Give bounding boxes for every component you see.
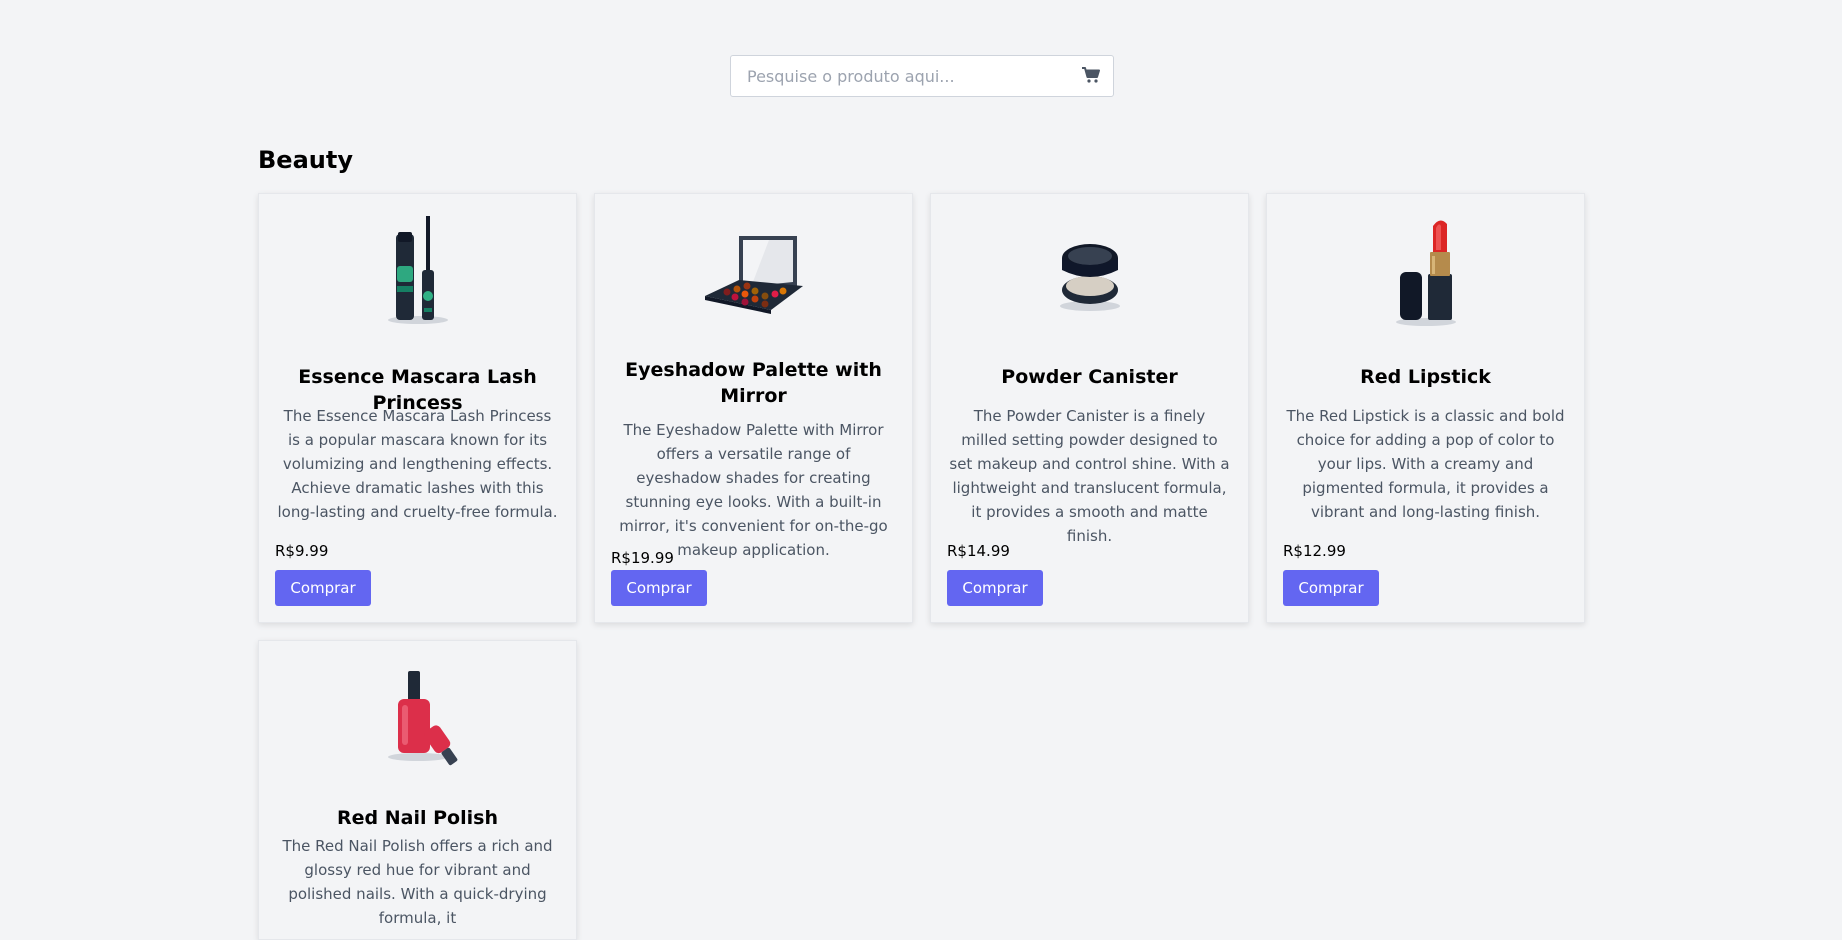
product-card: Essence Mascara Lash Princess The Essenc… [258, 193, 577, 623]
product-description: The Red Lipstick is a classic and bold c… [1286, 407, 1565, 521]
category-title: Beauty [258, 146, 353, 174]
buy-button[interactable]: Comprar [611, 570, 707, 606]
product-description: The Red Nail Polish offers a rich and gl… [282, 837, 553, 927]
product-title: Red Nail Polish [337, 807, 498, 829]
product-card: Powder Canister The Powder Canister is a… [930, 193, 1249, 623]
search-bar [730, 55, 1114, 97]
mascara-image [259, 214, 576, 326]
product-card: Red Lipstick The Red Lipstick is a class… [1266, 193, 1585, 623]
product-description: The Eyeshadow Palette with Mirror offers… [619, 421, 888, 559]
product-price: R$19.99 [611, 549, 674, 567]
product-description: The Essence Mascara Lash Princess is a p… [277, 407, 558, 521]
lipstick-image [1267, 214, 1584, 326]
cart-icon[interactable] [1081, 66, 1103, 86]
search-input[interactable] [731, 56, 1087, 96]
buy-button[interactable]: Comprar [947, 570, 1043, 606]
eyeshadow-palette-image [595, 214, 912, 326]
nail-polish-image [259, 661, 576, 773]
product-card: Eyeshadow Palette with Mirror The Eyesha… [594, 193, 913, 623]
product-title: Eyeshadow Palette with Mirror [625, 359, 882, 407]
product-price: R$9.99 [275, 542, 329, 560]
product-title: Red Lipstick [1360, 366, 1491, 388]
buy-button[interactable]: Comprar [1283, 570, 1379, 606]
product-price: R$14.99 [947, 542, 1010, 560]
product-price: R$12.99 [1283, 542, 1346, 560]
product-card: Red Nail Polish The Red Nail Polish offe… [258, 640, 577, 940]
powder-canister-image [931, 214, 1248, 326]
product-title: Powder Canister [1001, 366, 1178, 388]
buy-button[interactable]: Comprar [275, 570, 371, 606]
product-description: The Powder Canister is a finely milled s… [949, 407, 1230, 545]
